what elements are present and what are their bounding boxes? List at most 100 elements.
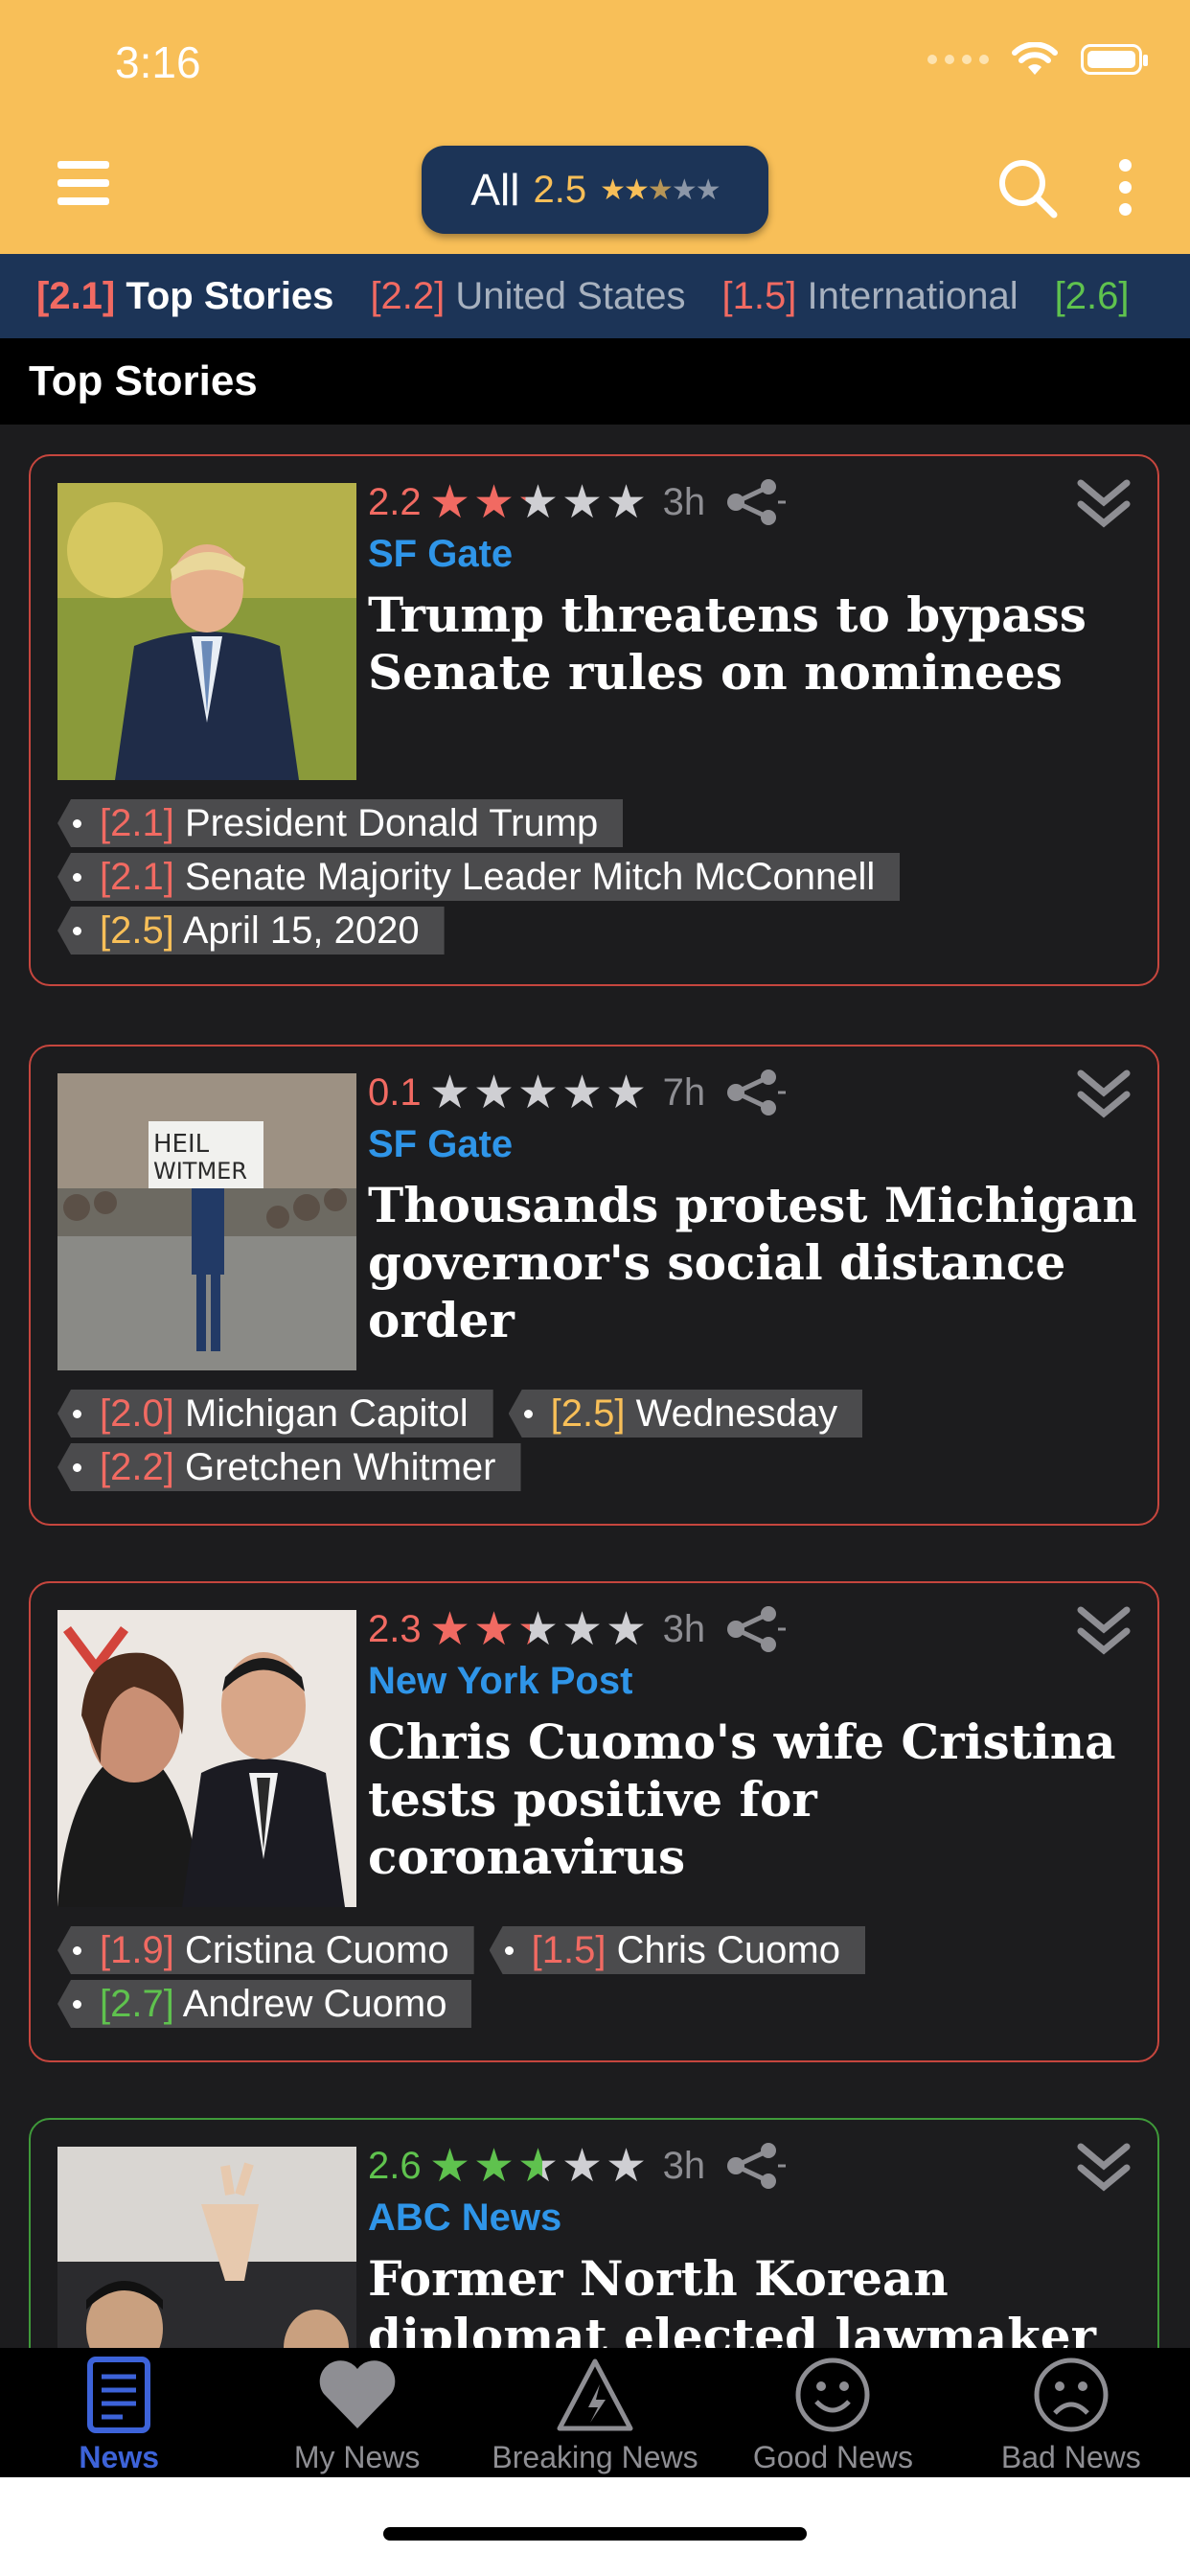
article-rating: 2.2	[368, 480, 422, 523]
tag-chip[interactable]: [2.1] Senate Majority Leader Mitch McCon…	[57, 853, 901, 901]
chevron-down-icon[interactable]	[1073, 1602, 1140, 1660]
rating-stars: ★ ★ ★ ★ ★	[429, 481, 650, 523]
tag-chip[interactable]: [2.5] April 15, 2020	[57, 907, 445, 954]
svg-text:★: ★	[473, 2145, 515, 2187]
share-icon[interactable]	[724, 1069, 788, 1116]
article-thumbnail: HEIL WITMER	[57, 1073, 356, 1370]
share-icon[interactable]	[724, 1605, 788, 1653]
svg-text:★: ★	[473, 481, 515, 523]
heart-icon	[319, 2360, 395, 2428]
article-source[interactable]: ABC News	[368, 2196, 561, 2240]
svg-text:★: ★	[517, 1608, 559, 1650]
share-icon[interactable]	[724, 2142, 788, 2190]
tag-chip[interactable]: [2.1] President Donald Trump	[57, 799, 624, 847]
bottom-tab-bar: News My News Breaking News Good News Bad…	[0, 2348, 1190, 2477]
svg-text:★: ★	[429, 481, 470, 523]
svg-text:★: ★	[473, 1608, 515, 1650]
article-headline[interactable]: Trump threatens to bypass Senate rules o…	[368, 586, 1144, 702]
tab-bad-news[interactable]: Bad News	[952, 2348, 1190, 2477]
article-meta: 2.2 ★ ★ ★ ★ ★ 3h	[368, 473, 788, 531]
svg-text:WITMER: WITMER	[153, 1158, 247, 1184]
all-stars: ★★★★★	[600, 173, 721, 206]
article-tags: [2.1] President Donald Trump [2.1] Senat…	[57, 799, 1138, 954]
article-card[interactable]: HEIL WITMER 0.1 ★ ★ ★ ★ ★ 7h SF Gate Tho…	[29, 1045, 1159, 1526]
tag-chip[interactable]: [1.5] Chris Cuomo	[489, 1926, 865, 1974]
svg-text:★: ★	[606, 1071, 647, 1114]
rating-stars: ★ ★ ★ ★ ★	[429, 2145, 650, 2187]
chevron-down-icon[interactable]	[1073, 2139, 1140, 2196]
tab-label: News	[79, 2440, 159, 2474]
nav-bar: All 2.5 ★★★★★	[0, 134, 1190, 254]
tab-breaking-news[interactable]: Breaking News	[476, 2348, 714, 2477]
article-source[interactable]: New York Post	[368, 1660, 632, 1703]
warning-icon	[557, 2358, 633, 2431]
smile-icon	[795, 2358, 870, 2432]
home-indicator[interactable]	[383, 2527, 807, 2541]
share-icon[interactable]	[724, 478, 788, 526]
article-thumbnail	[57, 483, 356, 780]
article-card[interactable]: 2.2 ★ ★ ★ ★ ★ 3h SF Gate Trump threatens…	[29, 454, 1159, 986]
tab-next-category[interactable]: [2.6]	[1055, 275, 1130, 318]
wifi-icon	[1012, 42, 1058, 75]
article-age: 3h	[662, 480, 706, 523]
svg-text:★: ★	[561, 1608, 603, 1650]
news-icon	[87, 2357, 151, 2433]
tab-united-states[interactable]: [2.2] United States	[370, 275, 685, 318]
more-options-icon[interactable]	[1119, 159, 1132, 216]
svg-text:★: ★	[429, 1608, 470, 1650]
article-age: 7h	[662, 1070, 706, 1114]
article-source[interactable]: SF Gate	[368, 1123, 513, 1166]
tag-chip[interactable]: [2.7] Andrew Cuomo	[57, 1980, 472, 2028]
frown-icon	[1034, 2358, 1109, 2432]
battery-icon	[1081, 44, 1148, 75]
article-rating: 0.1	[368, 1070, 422, 1114]
search-icon[interactable]	[996, 157, 1060, 220]
tab-good-news[interactable]: Good News	[714, 2348, 951, 2477]
svg-text:HEIL: HEIL	[153, 1130, 210, 1159]
article-age: 3h	[662, 2144, 706, 2187]
tag-chip[interactable]: [1.9] Cristina Cuomo	[57, 1926, 474, 1974]
tab-label: Good News	[752, 2440, 914, 2474]
menu-icon[interactable]	[57, 161, 109, 205]
section-title: Top Stories	[29, 357, 258, 404]
article-source[interactable]: SF Gate	[368, 533, 513, 576]
article-meta: 0.1 ★ ★ ★ ★ ★ 7h	[368, 1064, 788, 1121]
article-card[interactable]: 2.3 ★ ★ ★ ★ ★ 3h New York Post Chris Cuo…	[29, 1581, 1159, 2062]
svg-text:★: ★	[429, 2145, 470, 2187]
article-age: 3h	[662, 1607, 706, 1650]
article-rating: 2.6	[368, 2144, 422, 2187]
svg-text:★: ★	[561, 481, 603, 523]
tab-label: Breaking News	[492, 2440, 698, 2474]
article-headline[interactable]: Chris Cuomo's wife Cristina tests positi…	[368, 1714, 1144, 1886]
category-tabs: [2.1] Top Stories [2.2] United States [1…	[0, 254, 1190, 338]
tab-international[interactable]: [1.5] International	[722, 275, 1018, 318]
tab-my-news[interactable]: My News	[238, 2348, 475, 2477]
svg-text:★: ★	[517, 2145, 559, 2187]
home-indicator-area	[0, 2477, 1190, 2576]
tab-label: My News	[293, 2440, 421, 2474]
all-rating-button[interactable]: All 2.5 ★★★★★	[422, 146, 768, 234]
chevron-down-icon[interactable]	[1073, 1066, 1140, 1123]
article-meta: 2.3 ★ ★ ★ ★ ★ 3h	[368, 1600, 788, 1658]
svg-text:★: ★	[606, 481, 647, 523]
article-tags: [2.0] Michigan Capitol [2.5] Wednesday […	[57, 1390, 1138, 1491]
svg-text:★: ★	[606, 2145, 647, 2187]
tab-news[interactable]: News	[0, 2348, 238, 2477]
article-meta: 2.6 ★ ★ ★ ★ ★ 3h	[368, 2137, 788, 2195]
tab-label: Bad News	[1000, 2440, 1141, 2474]
article-rating: 2.3	[368, 1607, 422, 1650]
tab-top-stories[interactable]: [2.1] Top Stories	[36, 275, 333, 318]
svg-text:★: ★	[561, 2145, 603, 2187]
chevron-down-icon[interactable]	[1073, 475, 1140, 533]
svg-text:★: ★	[606, 1608, 647, 1650]
tag-chip[interactable]: [2.0] Michigan Capitol	[57, 1390, 493, 1438]
article-thumbnail	[57, 1610, 356, 1907]
all-score: 2.5	[533, 168, 587, 211]
svg-text:★: ★	[517, 1071, 559, 1114]
tag-chip[interactable]: [2.5] Wednesday	[508, 1390, 863, 1438]
article-headline[interactable]: Thousands protest Michigan governor's so…	[368, 1177, 1144, 1349]
status-time: 3:16	[115, 37, 201, 87]
rating-stars: ★ ★ ★ ★ ★	[429, 1071, 650, 1114]
tag-chip[interactable]: [2.2] Gretchen Whitmer	[57, 1443, 521, 1491]
signal-icon	[927, 55, 989, 64]
